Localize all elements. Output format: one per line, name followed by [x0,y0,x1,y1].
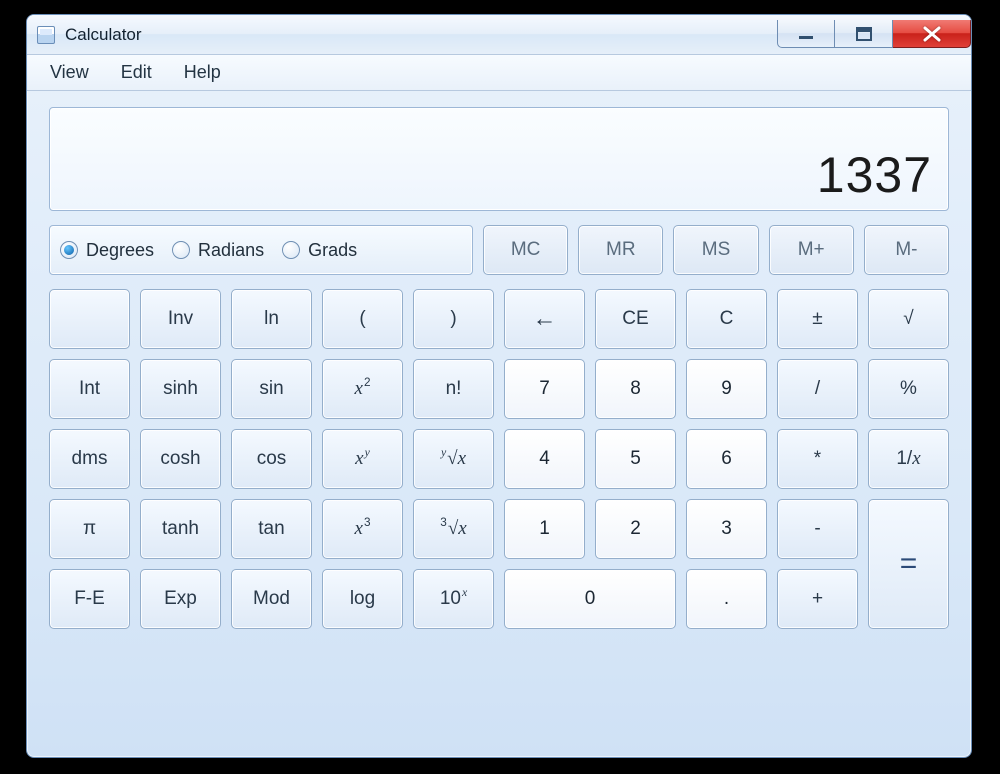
x-squared-base: x [355,378,363,400]
keypad: Inv ln ( ) ← CE C ± √ Int sinh sin x2 n!… [49,289,949,629]
decimal-button[interactable]: . [686,569,767,629]
divide-button[interactable]: / [777,359,858,419]
dms-button[interactable]: dms [49,429,130,489]
digit-1-button[interactable]: 1 [504,499,585,559]
y-root-pre: y [441,446,446,460]
multiply-button[interactable]: * [777,429,858,489]
equals-button[interactable]: = [868,499,949,629]
maximize-icon [856,27,872,41]
add-button[interactable]: + [777,569,858,629]
mode-radians[interactable]: Radians [172,240,264,261]
digit-5-button[interactable]: 5 [595,429,676,489]
radio-icon [60,241,78,259]
subtract-button[interactable]: - [777,499,858,559]
close-icon [922,26,942,42]
lparen-button[interactable]: ( [322,289,403,349]
digit-7-button[interactable]: 7 [504,359,585,419]
plus-minus-button[interactable]: ± [777,289,858,349]
memory-recall-button[interactable]: MR [578,225,663,275]
mode-grads-label: Grads [308,240,357,261]
digit-9-button[interactable]: 9 [686,359,767,419]
angle-mode-panel: Degrees Radians Grads [49,225,473,275]
memory-clear-button[interactable]: MC [483,225,568,275]
mode-degrees[interactable]: Degrees [60,240,154,261]
menu-edit[interactable]: Edit [106,57,167,88]
cube-root-body: √x [448,518,467,540]
reciprocal-button[interactable]: 1/x [868,429,949,489]
backspace-icon: ← [533,305,557,333]
ten-power-base: 10 [440,588,461,610]
close-button[interactable] [893,20,971,48]
sin-button[interactable]: sin [231,359,312,419]
cube-root-pre: 3 [440,516,447,529]
percent-button[interactable]: % [868,359,949,419]
x-cubed-button[interactable]: x3 [322,499,403,559]
calculator-window: Calculator View Edit Help [26,14,972,758]
clear-button[interactable]: C [686,289,767,349]
cos-button[interactable]: cos [231,429,312,489]
int-button[interactable]: Int [49,359,130,419]
ln-button[interactable]: ln [231,289,312,349]
blank-button[interactable] [49,289,130,349]
x-cubed-base: x [355,518,363,540]
mod-button[interactable]: Mod [231,569,312,629]
radio-icon [282,241,300,259]
ten-power-exp: x [462,586,467,600]
x-power-y-base: x [355,448,363,470]
y-root-body: √x [447,448,466,470]
x-squared-button[interactable]: x2 [322,359,403,419]
maximize-button[interactable] [835,20,893,48]
x-cubed-exp: 3 [364,516,371,529]
inv-button[interactable]: Inv [140,289,221,349]
cosh-button[interactable]: cosh [140,429,221,489]
result-display: 1337 [49,107,949,211]
digit-8-button[interactable]: 8 [595,359,676,419]
digit-4-button[interactable]: 4 [504,429,585,489]
sqrt-button[interactable]: √ [868,289,949,349]
exp-button[interactable]: Exp [140,569,221,629]
window-controls [777,21,971,48]
clear-entry-button[interactable]: CE [595,289,676,349]
sinh-button[interactable]: sinh [140,359,221,419]
client-area: 1337 Degrees Radians Grads [27,91,971,649]
backspace-button[interactable]: ← [504,289,585,349]
digit-0-button[interactable]: 0 [504,569,676,629]
pi-button[interactable]: π [49,499,130,559]
mode-grads[interactable]: Grads [282,240,357,261]
menu-view[interactable]: View [35,57,104,88]
tan-button[interactable]: tan [231,499,312,559]
y-root-x-button[interactable]: y√x [413,429,494,489]
cube-root-button[interactable]: 3√x [413,499,494,559]
factorial-button[interactable]: n! [413,359,494,419]
reciprocal-x: x [912,448,920,470]
digit-6-button[interactable]: 6 [686,429,767,489]
radio-icon [172,241,190,259]
tanh-button[interactable]: tanh [140,499,221,559]
app-icon [37,26,55,44]
mode-degrees-label: Degrees [86,240,154,261]
menu-help[interactable]: Help [169,57,236,88]
menu-bar: View Edit Help [27,55,971,91]
x-power-y-exp: y [365,446,370,460]
result-value: 1337 [817,146,932,204]
memory-sub-button[interactable]: M- [864,225,949,275]
digit-2-button[interactable]: 2 [595,499,676,559]
window-title: Calculator [65,25,142,45]
mode-radians-label: Radians [198,240,264,261]
fe-button[interactable]: F-E [49,569,130,629]
ten-power-x-button[interactable]: 10x [413,569,494,629]
title-bar[interactable]: Calculator [27,15,971,55]
minimize-icon [797,27,815,41]
log-button[interactable]: log [322,569,403,629]
minimize-button[interactable] [777,20,835,48]
rparen-button[interactable]: ) [413,289,494,349]
x-power-y-button[interactable]: xy [322,429,403,489]
x-squared-exp: 2 [364,376,371,389]
digit-3-button[interactable]: 3 [686,499,767,559]
memory-store-button[interactable]: MS [673,225,758,275]
memory-add-button[interactable]: M+ [769,225,854,275]
reciprocal-pre: 1/ [896,448,912,470]
